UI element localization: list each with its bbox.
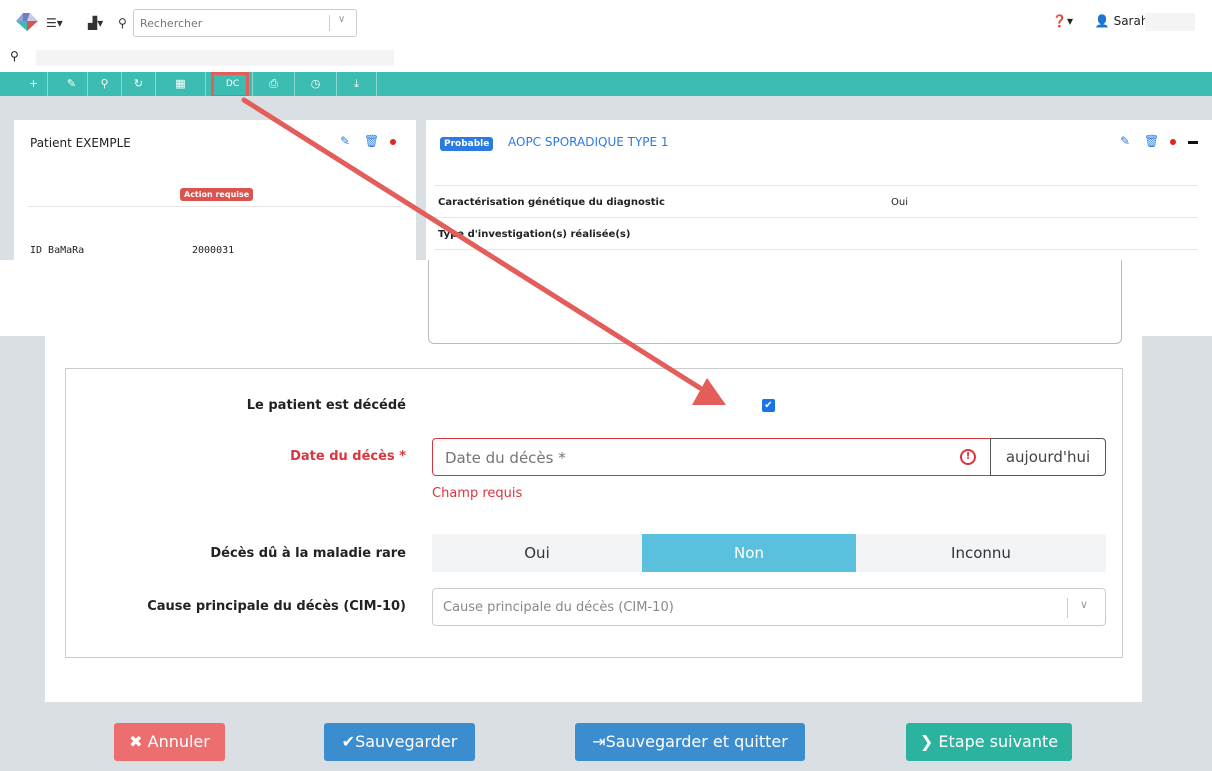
user-name[interactable]: Sarah: [1114, 14, 1149, 28]
help-icon[interactable]: ❓▾: [1052, 14, 1073, 28]
search-separator: [329, 15, 330, 31]
investigation-type-label: Type d'investigation(s) réalisée(s): [438, 229, 631, 240]
edit-button[interactable]: ✎: [56, 72, 88, 96]
divider: [434, 249, 1198, 250]
menu-icon[interactable]: ☰▾: [46, 16, 63, 30]
death-date-field[interactable]: !: [432, 438, 992, 476]
location-button[interactable]: ⚲: [88, 72, 122, 96]
divider: [434, 217, 1198, 218]
redacted-location: [36, 50, 394, 66]
id-label: ID BaMaRa: [30, 245, 85, 256]
download-button[interactable]: ⤓: [337, 72, 377, 96]
divider: [28, 206, 402, 207]
search-input[interactable]: [140, 15, 320, 31]
diagnosis-card: Probable AOPC SPORADIQUE TYPE 1 ✎ 🗑 Cara…: [426, 120, 1212, 260]
chevron-down-icon[interactable]: ∨: [1080, 598, 1088, 611]
cause-select[interactable]: Cause principale du décès (CIM-10) ∨: [432, 588, 1106, 626]
pencil-icon[interactable]: ✎: [1120, 134, 1130, 148]
option-non[interactable]: Non: [642, 534, 856, 572]
patient-card: Patient EXEMPLE ✎ 🗑 Action requise ID Ba…: [14, 120, 416, 260]
death-date-input[interactable]: [445, 448, 925, 468]
redacted-area: [1145, 13, 1195, 31]
trash-icon[interactable]: 🗑: [1144, 134, 1159, 148]
cause-label: Cause principale du décès (CIM-10): [147, 599, 406, 614]
chevron-down-icon[interactable]: ∨: [338, 14, 345, 25]
action-required-badge: Action requise: [180, 188, 254, 201]
required-message: Champ requis: [432, 486, 523, 501]
diagnosis-title[interactable]: AOPC SPORADIQUE TYPE 1: [508, 135, 669, 149]
rare-disease-label: Décès dû à la maladie rare: [210, 546, 406, 561]
cause-placeholder: Cause principale du décès (CIM-10): [443, 600, 674, 615]
history-button[interactable]: ◷: [295, 72, 337, 96]
warning-icon: !: [960, 449, 976, 465]
search-select[interactable]: ∨: [133, 9, 357, 37]
probable-badge: Probable: [440, 137, 494, 151]
cancel-button[interactable]: ✖ Annuler: [114, 723, 225, 761]
status-dot: [390, 139, 396, 145]
status-dot: [1170, 139, 1176, 145]
user-icon: 👤: [1094, 14, 1110, 28]
app-logo[interactable]: [16, 13, 38, 31]
select-separator: [1067, 598, 1068, 618]
pencil-icon[interactable]: ✎: [340, 134, 350, 148]
patient-name[interactable]: Patient EXEMPLE: [30, 136, 131, 150]
id-value: 2000031: [192, 245, 235, 256]
calendar-button[interactable]: ▦: [156, 72, 206, 96]
top-navbar: ☰▾ ▟▾ ⚲ ∨ ❓▾ 👤 Sarah: [0, 0, 1212, 44]
add-button[interactable]: +: [20, 72, 48, 96]
save-and-quit-button[interactable]: ⇥Sauvegarder et quitter: [575, 723, 805, 761]
deceased-checkbox[interactable]: ✔: [762, 399, 775, 412]
option-inconnu[interactable]: Inconnu: [856, 534, 1106, 572]
collapse-icon[interactable]: [1188, 141, 1198, 144]
card-fragment: [428, 260, 1122, 344]
action-toolbar: + ✎ ⚲ ↻ ▦ DC ⎙ ◷ ⤓: [0, 72, 1212, 96]
deceased-label: Le patient est décédé: [246, 398, 406, 413]
option-oui[interactable]: Oui: [432, 534, 642, 572]
refresh-button[interactable]: ↻: [122, 72, 156, 96]
genetic-char-label: Caractérisation génétique du diagnostic: [438, 197, 665, 208]
location-bar: ⚲: [0, 44, 1212, 72]
search-icon: ⚲: [118, 16, 127, 30]
divider: [434, 185, 1198, 186]
user-menu[interactable]: ❓▾ 👤 Sarah: [1052, 14, 1148, 28]
trash-icon[interactable]: 🗑: [364, 134, 379, 148]
location-icon: ⚲: [10, 49, 19, 63]
save-button[interactable]: ✔Sauvegarder: [324, 723, 475, 761]
today-button[interactable]: aujourd'hui: [990, 438, 1106, 476]
next-step-button[interactable]: ❯ Etape suivante: [906, 723, 1072, 761]
genetic-char-value: Oui: [891, 197, 908, 208]
stats-icon[interactable]: ▟▾: [88, 16, 103, 30]
dc-highlight-box: [211, 72, 249, 98]
death-date-label: Date du décès *: [290, 449, 406, 464]
print-button[interactable]: ⎙: [253, 72, 295, 96]
